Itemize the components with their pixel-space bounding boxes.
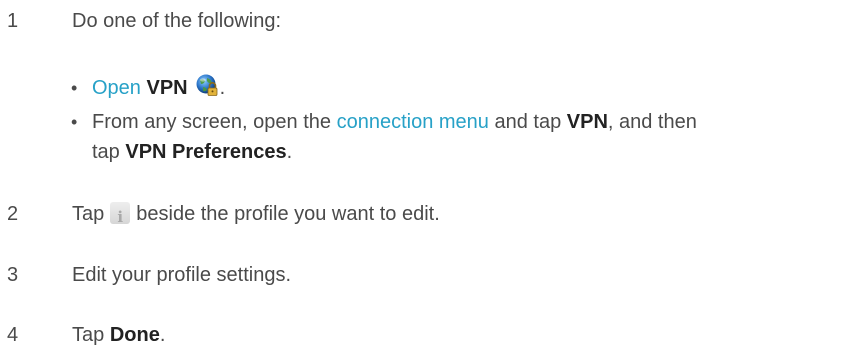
text: . [286, 141, 293, 163]
info-glyph: i [117, 208, 124, 226]
vpn-globe-lock-icon [196, 74, 218, 96]
step-text: Do one of the following: [72, 10, 282, 32]
text: and tap [494, 111, 562, 133]
open-link[interactable]: Open [92, 77, 141, 99]
text: . [159, 324, 166, 346]
text: , and then [607, 111, 697, 133]
step-number: 2 [7, 203, 19, 225]
info-icon: i [110, 202, 131, 226]
connection-menu-link[interactable]: connection menu [337, 111, 489, 133]
vpn-preferences-label: VPN Preferences [125, 141, 287, 163]
step-number: 1 [7, 10, 19, 32]
vpn-label: VPN [146, 77, 188, 99]
bullet-marker: • [71, 78, 78, 98]
vpn-label: VPN [566, 111, 608, 133]
done-label: Done [109, 324, 160, 346]
text: Tap [72, 324, 105, 346]
bullet-marker: • [71, 112, 78, 132]
step-text: Tap i beside the profile you want to edit. [72, 201, 440, 227]
bullet-line-1: From any screen, open the connection men… [92, 107, 697, 137]
bullet-line-2: tap VPN Preferences. [92, 137, 697, 167]
step-number: 3 [7, 264, 19, 286]
text: Tap [72, 203, 105, 225]
text: From any screen, open the [92, 111, 332, 133]
bullet-period: . [219, 77, 226, 99]
text: tap [92, 141, 120, 163]
text: beside the profile you want to edit. [136, 203, 440, 225]
step-text: Edit your profile settings. [72, 264, 291, 286]
step-text: Tap Done. [72, 322, 165, 348]
step-number: 4 [7, 324, 19, 346]
